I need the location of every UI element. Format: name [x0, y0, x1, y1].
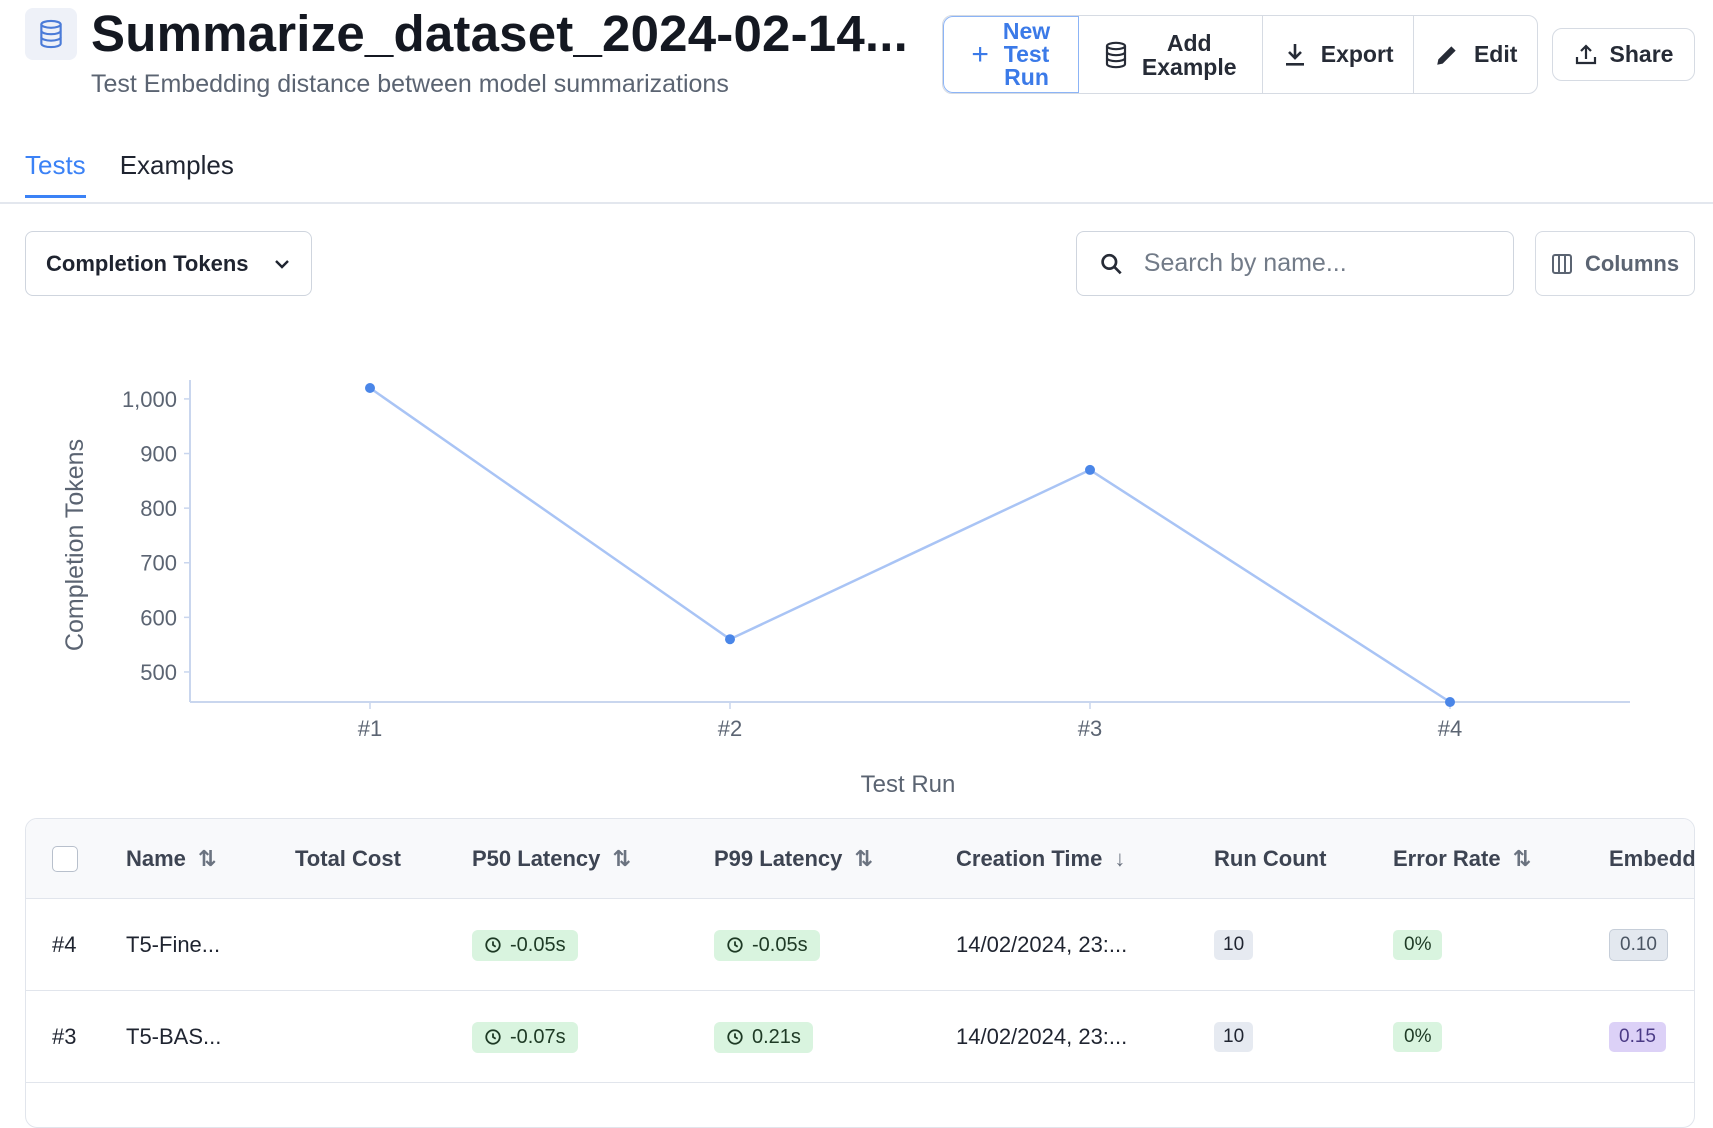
series-line — [369, 386, 1451, 704]
tabs-divider — [0, 202, 1713, 204]
row-name[interactable]: T5-Fine... — [126, 899, 220, 991]
sort-icon[interactable]: ⇅ — [1513, 846, 1531, 872]
page-subtitle: Test Embedding distance between model su… — [91, 70, 729, 98]
share-label: Share — [1609, 41, 1674, 67]
dataset-icon-tile — [25, 8, 77, 60]
upload-icon — [1575, 43, 1596, 64]
column-header-p99-latency[interactable]: P99 Latency ⇅ — [714, 819, 873, 899]
row-creation-time: 14/02/2024, 23:... — [956, 1024, 1128, 1049]
clock-icon — [485, 937, 501, 953]
chevron-down-icon — [275, 259, 289, 269]
new-test-run-label: New Test Run — [1002, 18, 1051, 90]
row-p99-latency: -0.05s — [714, 899, 820, 991]
y-tick-label: 900 — [140, 442, 177, 467]
clock-icon — [727, 937, 743, 953]
data-point — [1445, 697, 1455, 707]
sort-icon[interactable]: ⇅ — [612, 846, 630, 872]
row-p99-latency: 0.21s — [714, 991, 813, 1083]
clock-icon — [485, 1029, 501, 1045]
column-header-creation-time[interactable]: Creation Time ↓ — [956, 819, 1125, 899]
pencil-icon — [1437, 45, 1456, 65]
column-header-error-rate[interactable]: Error Rate ⇅ — [1393, 819, 1531, 899]
y-axis-title: Completion Tokens — [61, 439, 89, 651]
columns-icon — [1551, 253, 1572, 274]
y-tick-label: 500 — [140, 660, 177, 685]
add-example-label: Add Example — [1141, 29, 1237, 80]
tab-tests[interactable]: Tests — [25, 150, 86, 198]
share-button[interactable]: Share — [1552, 28, 1695, 81]
sort-icon[interactable]: ⇅ — [198, 846, 216, 872]
data-point — [1085, 464, 1095, 475]
select-all-cell — [52, 819, 78, 899]
add-example-button[interactable]: Add Example — [1079, 16, 1263, 93]
plus-icon: + — [971, 37, 989, 71]
search-box — [1076, 231, 1514, 296]
columns-button[interactable]: Columns — [1535, 231, 1695, 296]
tab-bar: Tests Examples — [25, 150, 234, 198]
table-row[interactable]: #3 T5-BAS... -0.07s 0.21s 14/02/2024, 23… — [26, 991, 1694, 1083]
row-run-count: 10 — [1214, 899, 1254, 991]
row-id: #4 — [52, 932, 77, 957]
download-icon — [1285, 43, 1304, 66]
column-header-p50-latency[interactable]: P50 Latency ⇅ — [472, 819, 631, 899]
columns-label: Columns — [1584, 250, 1680, 276]
table-row[interactable]: #4 T5-Fine... -0.05s -0.05s 14/02/2024, … — [26, 899, 1694, 991]
y-tick-label: 1,000 — [122, 387, 177, 412]
tab-examples[interactable]: Examples — [120, 150, 234, 198]
row-run-count: 10 — [1214, 991, 1254, 1083]
clock-icon — [727, 1029, 743, 1045]
action-button-group: + New Test Run Add Example Export Edit — [942, 15, 1538, 94]
row-error-rate: 0% — [1393, 991, 1443, 1083]
row-id: #3 — [52, 1024, 77, 1049]
test-runs-table: Name ⇅ Total Cost P50 Latency ⇅ P99 Late… — [25, 818, 1695, 1128]
row-p50-latency: -0.05s — [472, 899, 578, 991]
search-icon — [1101, 253, 1122, 274]
table-header: Name ⇅ Total Cost P50 Latency ⇅ P99 Late… — [26, 819, 1694, 899]
export-label: Export — [1320, 41, 1394, 67]
column-header-name[interactable]: Name ⇅ — [126, 819, 216, 899]
data-point — [725, 634, 735, 645]
new-test-run-button[interactable]: + New Test Run — [943, 16, 1079, 93]
sort-desc-icon[interactable]: ↓ — [1114, 846, 1125, 872]
row-error-rate: 0% — [1393, 899, 1443, 991]
data-point — [365, 383, 375, 393]
x-tick-label: #2 — [718, 716, 742, 741]
y-tick-label: 700 — [140, 551, 177, 576]
edit-label: Edit — [1473, 41, 1518, 67]
export-button[interactable]: Export — [1263, 16, 1415, 93]
column-header-run-count[interactable]: Run Count — [1214, 819, 1326, 899]
row-name[interactable]: T5-BAS... — [126, 991, 221, 1083]
sort-icon[interactable]: ⇅ — [854, 846, 872, 872]
x-tick-label: #3 — [1078, 716, 1102, 741]
x-axis-title: Test Run — [861, 771, 956, 798]
column-header-total-cost[interactable]: Total Cost — [295, 819, 401, 899]
search-input[interactable] — [1143, 249, 1491, 278]
page-title: Summarize_dataset_2024-02-14... — [91, 5, 908, 62]
metric-dropdown-value: Completion Tokens — [46, 250, 249, 276]
x-tick-label: #4 — [1438, 716, 1462, 741]
row-creation-time: 14/02/2024, 23:... — [956, 932, 1128, 957]
row-p50-latency: -0.07s — [472, 991, 578, 1083]
database-icon — [1105, 41, 1127, 68]
x-tick-label: #1 — [358, 716, 382, 741]
row-embedding-distance: 0.10 — [1609, 899, 1668, 991]
row-embedding-distance: 0.15 — [1609, 991, 1666, 1083]
metric-dropdown[interactable]: Completion Tokens — [25, 231, 312, 296]
completion-tokens-chart: 500 600 700 800 900 1,000 #1 #2 #3 #4 Test Run Comp… — [61, 380, 1630, 798]
edit-button[interactable]: Edit — [1414, 16, 1537, 93]
y-tick-label: 800 — [140, 496, 177, 521]
database-icon — [40, 19, 62, 49]
select-all-checkbox[interactable] — [52, 846, 78, 872]
y-tick-label: 600 — [140, 605, 177, 630]
column-header-embedding[interactable]: Embedd — [1609, 819, 1694, 899]
